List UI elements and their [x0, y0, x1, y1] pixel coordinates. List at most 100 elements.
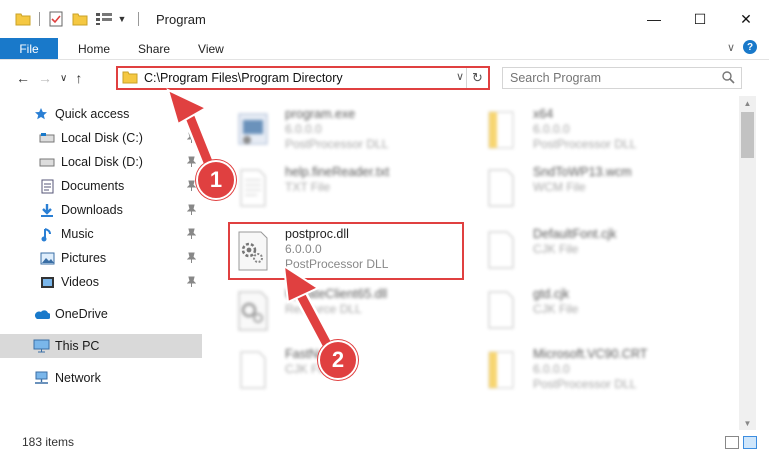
- up-arrow-icon[interactable]: ↑: [75, 70, 82, 86]
- file-version: 6.0.0.0: [533, 122, 570, 136]
- onedrive-icon: [32, 305, 50, 323]
- refresh-icon[interactable]: ↻: [466, 68, 488, 88]
- properties-icon[interactable]: [47, 10, 65, 28]
- sidebar-item-local-disk-c[interactable]: Local Disk (C:): [0, 126, 202, 150]
- drive-icon: [38, 129, 56, 147]
- network-icon: [32, 369, 50, 387]
- forward-arrow-icon[interactable]: →: [38, 70, 52, 86]
- close-button[interactable]: ✕: [723, 0, 769, 38]
- file-tile-defaultfont[interactable]: DefaultFont.cjk CJK File: [463, 220, 703, 276]
- folder-icon: [14, 10, 32, 28]
- sidebar-item-label: Videos: [61, 275, 99, 289]
- sidebar-item-label: Quick access: [55, 107, 130, 121]
- search-input[interactable]: [510, 71, 710, 85]
- sidebar-item-onedrive[interactable]: OneDrive: [0, 302, 202, 326]
- minimize-button[interactable]: —: [631, 0, 677, 38]
- status-bar: 183 items: [0, 430, 769, 454]
- folder-icon: [122, 70, 138, 87]
- file-tile-program-exe[interactable]: program.exe 6.0.0.0 PostProcessor DLL: [215, 100, 455, 156]
- file-description: PostProcessor DLL: [533, 377, 637, 391]
- address-path[interactable]: C:\Program Files\Program Directory: [144, 71, 343, 85]
- pin-icon[interactable]: [186, 132, 197, 146]
- new-folder-icon[interactable]: [71, 10, 89, 28]
- dll-gear-icon: [238, 291, 268, 331]
- sidebar-item-downloads[interactable]: Downloads: [0, 198, 202, 222]
- sidebar-item-pictures[interactable]: Pictures: [0, 246, 202, 270]
- sidebar-item-label: Pictures: [61, 251, 107, 265]
- search-box[interactable]: [502, 67, 742, 89]
- file-type: WCM File: [533, 180, 586, 194]
- pin-icon[interactable]: [186, 252, 197, 266]
- sidebar-item-local-disk-d[interactable]: Local Disk (D:): [0, 150, 202, 174]
- blank-file-icon: [488, 231, 514, 269]
- scroll-up-icon[interactable]: ▲: [739, 96, 756, 110]
- file-tile-gtd-cjk[interactable]: gtd.cjk CJK File: [463, 280, 703, 336]
- sidebar-item-videos[interactable]: Videos: [0, 270, 202, 294]
- text-file-icon: [240, 169, 266, 207]
- sidebar-item-label: This PC: [55, 339, 100, 353]
- expand-ribbon-icon[interactable]: ∨: [727, 41, 735, 54]
- file-tile-help-txt[interactable]: help.fineReader.txt TXT File: [215, 158, 455, 214]
- file-name: gtd.cjk: [533, 287, 570, 301]
- help-icon[interactable]: ?: [743, 40, 757, 54]
- tab-view[interactable]: View: [184, 38, 238, 59]
- navigation-pane: Quick access Local Disk (C:) Local Disk …: [0, 100, 205, 430]
- customize-toolbar-icon[interactable]: ▼: [113, 10, 131, 28]
- quick-access-toolbar: ▼: [0, 10, 146, 28]
- file-name: program.exe: [285, 107, 356, 121]
- drive-icon: [38, 153, 56, 171]
- title-bar: ▼ Program — ☐ ✕: [0, 0, 769, 38]
- pin-icon[interactable]: [186, 276, 197, 290]
- pin-icon[interactable]: [186, 180, 197, 194]
- file-name: x64: [533, 107, 554, 121]
- step-1-badge: 1: [196, 160, 236, 200]
- recent-locations-icon[interactable]: ∨: [60, 73, 67, 84]
- sidebar-item-network[interactable]: Network: [0, 366, 202, 390]
- vertical-scrollbar[interactable]: ▲ ▼: [739, 96, 756, 430]
- file-highlight-box: [228, 222, 464, 280]
- sidebar-item-documents[interactable]: Documents: [0, 174, 202, 198]
- file-type: CJK File: [533, 242, 579, 256]
- file-tile-microsoft-vc90[interactable]: Microsoft.VC90.CRT 6.0.0.0 PostProcessor…: [463, 340, 703, 396]
- view-options-icon[interactable]: [95, 10, 113, 28]
- toolbar-divider: [39, 12, 40, 26]
- sidebar-item-label: Network: [55, 371, 101, 385]
- address-dropdown-icon[interactable]: ∨: [456, 70, 464, 83]
- tiles-view-icon[interactable]: [743, 436, 757, 449]
- sidebar-item-music[interactable]: Music: [0, 222, 202, 246]
- pin-icon[interactable]: [186, 204, 197, 218]
- scroll-down-icon[interactable]: ▼: [739, 416, 756, 430]
- ribbon-right-controls: ∨ ?: [727, 40, 757, 54]
- window-controls: — ☐ ✕: [631, 0, 769, 38]
- sidebar-item-label: Local Disk (D:): [61, 155, 143, 169]
- file-tab[interactable]: File: [0, 38, 58, 59]
- file-tile-updateclient[interactable]: UpdateClient65.dll Resource DLL: [215, 280, 455, 336]
- view-mode-buttons: [725, 436, 757, 449]
- back-arrow-icon[interactable]: ←: [16, 70, 30, 86]
- sidebar-item-label: Local Disk (C:): [61, 131, 143, 145]
- file-version: 6.0.0.0: [285, 122, 322, 136]
- tab-share[interactable]: Share: [124, 38, 184, 59]
- file-tile-x64[interactable]: x64 6.0.0.0 PostProcessor DLL: [463, 100, 703, 156]
- window-title: Program: [156, 11, 206, 27]
- pictures-icon: [38, 249, 56, 267]
- scroll-thumb[interactable]: [741, 112, 754, 158]
- file-version: 6.0.0.0: [533, 362, 570, 376]
- sidebar-item-label: Downloads: [61, 203, 123, 217]
- star-icon: [32, 105, 50, 123]
- sidebar-item-label: Music: [61, 227, 94, 241]
- toolbar-divider: [138, 12, 139, 26]
- pin-icon[interactable]: [186, 228, 197, 242]
- file-tile-sndtowp13[interactable]: SndToWP13.wcm WCM File: [463, 158, 703, 214]
- tab-home[interactable]: Home: [58, 38, 124, 59]
- details-view-icon[interactable]: [725, 436, 739, 449]
- sidebar-item-quick-access[interactable]: Quick access: [0, 102, 202, 126]
- pin-icon[interactable]: [186, 156, 197, 170]
- address-bar[interactable]: C:\Program Files\Program Directory ∨ ↻: [116, 66, 490, 90]
- navigation-buttons: ← → ∨ ↑: [0, 70, 82, 86]
- address-row: ← → ∨ ↑ C:\Program Files\Program Directo…: [0, 62, 769, 94]
- file-name: UpdateClient65.dll: [285, 287, 388, 301]
- sidebar-item-this-pc[interactable]: This PC: [0, 334, 202, 358]
- music-icon: [38, 225, 56, 243]
- maximize-button[interactable]: ☐: [677, 0, 723, 38]
